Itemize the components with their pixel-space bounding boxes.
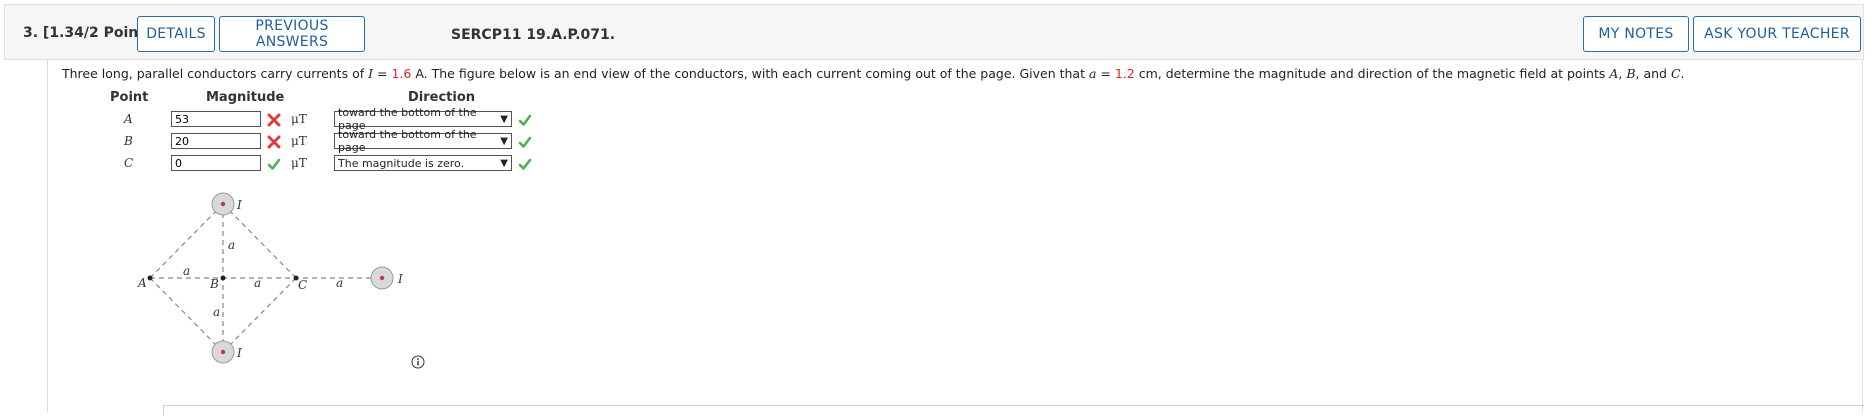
chevron-down-icon: ▼ — [500, 157, 508, 169]
conductor-bottom — [211, 340, 235, 364]
distance-label-vertical-bottom: a — [213, 305, 220, 319]
current-label-right: I — [397, 272, 403, 286]
correct-icon — [518, 114, 532, 126]
point-label-b: B — [124, 134, 133, 148]
direction-select-b[interactable]: toward the bottom of the page ▼ — [334, 128, 512, 154]
direction-select-c[interactable]: The magnitude is zero. ▼ — [334, 155, 512, 171]
unit-label-a: μT — [291, 112, 307, 126]
point-a-dot — [147, 275, 153, 281]
distance-label-bc: a — [254, 276, 261, 290]
correct-icon — [518, 158, 532, 170]
diagram-label-a: A — [137, 276, 147, 290]
my-notes-button[interactable]: MY NOTES — [1583, 16, 1689, 52]
conductor-right — [370, 266, 394, 290]
a-value: 1.2 — [1114, 66, 1135, 81]
distance-label-right: a — [336, 276, 343, 290]
header-point: Point — [110, 90, 149, 105]
chevron-down-icon: ▼ — [500, 113, 508, 125]
magnitude-input-a[interactable] — [171, 111, 261, 127]
unit-label-b: μT — [291, 134, 307, 148]
chevron-down-icon: ▼ — [500, 135, 508, 147]
current-label-top: I — [236, 198, 242, 212]
point-b-dot — [220, 275, 226, 281]
distance-label-ab: a — [183, 264, 190, 278]
problem-code: SERCP11 19.A.P.071. — [451, 27, 616, 43]
header-magnitude: Magnitude — [206, 90, 285, 105]
direction-select-a[interactable]: toward the bottom of the page ▼ — [334, 106, 512, 132]
info-icon[interactable] — [411, 355, 425, 369]
content-left-border — [47, 60, 48, 412]
diagram-label-b: B — [209, 277, 219, 291]
incorrect-icon — [267, 135, 281, 149]
problem-statement: Three long, parallel conductors carry cu… — [62, 66, 1685, 81]
point-label-a: A — [124, 112, 133, 126]
question-header: 3. [1.34/2 Points] DETAILS PREVIOUS ANSW… — [4, 4, 1864, 60]
ask-your-teacher-button[interactable]: ASK YOUR TEACHER — [1693, 16, 1861, 52]
distance-label-vertical-top: a — [228, 238, 235, 252]
magnitude-input-c[interactable] — [171, 155, 261, 171]
answer-area-border — [163, 405, 1864, 416]
conductor-top — [211, 192, 235, 216]
details-button[interactable]: DETAILS — [137, 16, 215, 52]
content-right-border — [1862, 60, 1863, 412]
correct-icon — [267, 158, 281, 170]
header-direction: Direction — [408, 90, 476, 105]
conductor-diagram: I I I A B C a a a a a — [137, 192, 403, 364]
point-label-c: C — [124, 156, 134, 170]
incorrect-icon — [267, 113, 281, 127]
diagram-label-c: C — [298, 278, 307, 292]
current-label-bottom: I — [236, 346, 242, 360]
correct-icon — [518, 136, 532, 148]
current-value: 1.6 — [391, 66, 412, 81]
previous-answers-button[interactable]: PREVIOUS ANSWERS — [219, 16, 365, 52]
magnitude-input-b[interactable] — [171, 133, 261, 149]
unit-label-c: μT — [291, 156, 307, 170]
